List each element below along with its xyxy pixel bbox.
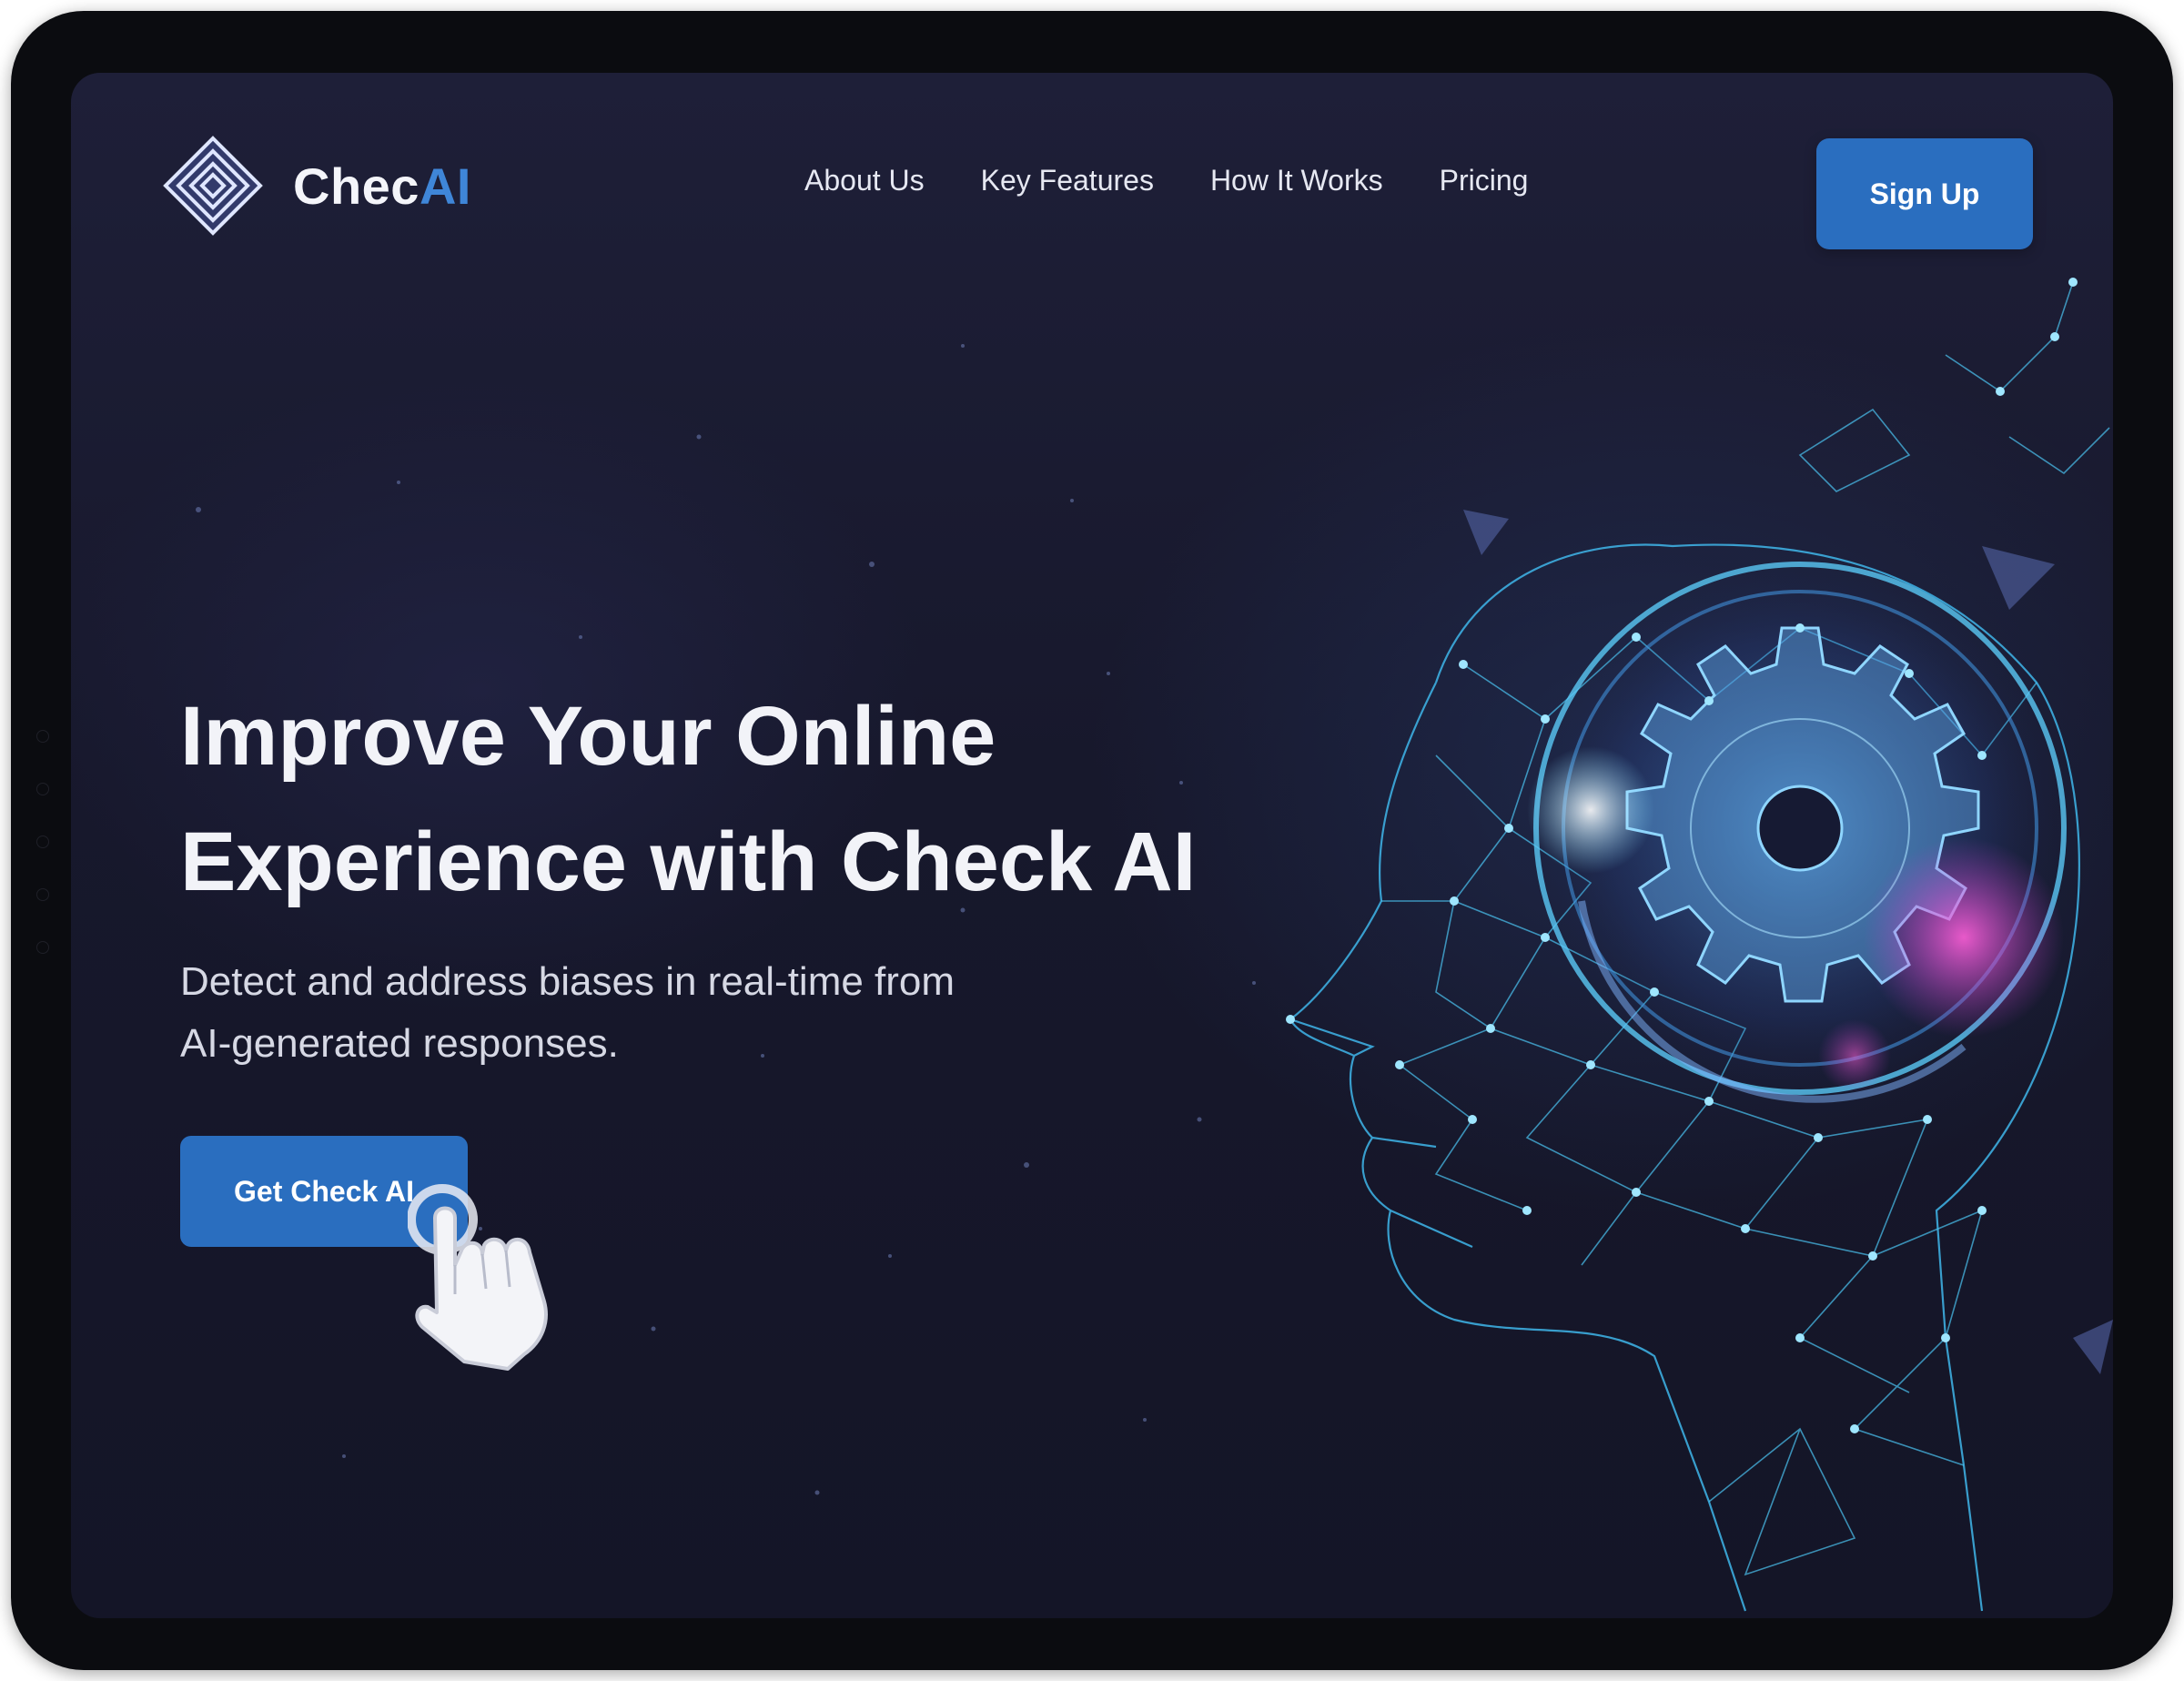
brand-name-prefix: Chec (293, 157, 420, 215)
hero-subtitle-line-1: Detect and address biases in real-time f… (180, 959, 956, 1004)
ai-head-gear-icon (1286, 278, 2113, 1612)
tablet-frame: ChecAI About Us Key Features How It Work… (11, 11, 2173, 1670)
hero-subtitle: Detect and address biases in real-time f… (180, 951, 1090, 1075)
sign-up-button[interactable]: Sign Up (1816, 138, 2033, 249)
diamond-concentric-icon (163, 136, 263, 236)
nav-key-features[interactable]: Key Features (981, 166, 1154, 195)
hero-subtitle-line-2: AI-generated responses. (180, 1021, 619, 1066)
hero-title-line-1: Improve Your Online (180, 690, 996, 783)
hero-title-line-2: Experience with Check AI (180, 815, 1197, 908)
brand-name: ChecAI (293, 157, 471, 216)
app-screen: ChecAI About Us Key Features How It Work… (71, 73, 2113, 1618)
main-nav: About Us Key Features How It Works Prici… (804, 166, 1528, 195)
side-dots (36, 730, 49, 994)
brand-name-suffix: AI (419, 157, 471, 215)
brand-logo[interactable]: ChecAI (162, 135, 471, 237)
hero-title: Improve Your Online Experience with Chec… (180, 673, 1272, 925)
nav-how-it-works[interactable]: How It Works (1210, 166, 1383, 195)
nav-about-us[interactable]: About Us (804, 166, 925, 195)
pointer-hand-icon (408, 1184, 548, 1371)
nav-pricing[interactable]: Pricing (1440, 166, 1529, 195)
